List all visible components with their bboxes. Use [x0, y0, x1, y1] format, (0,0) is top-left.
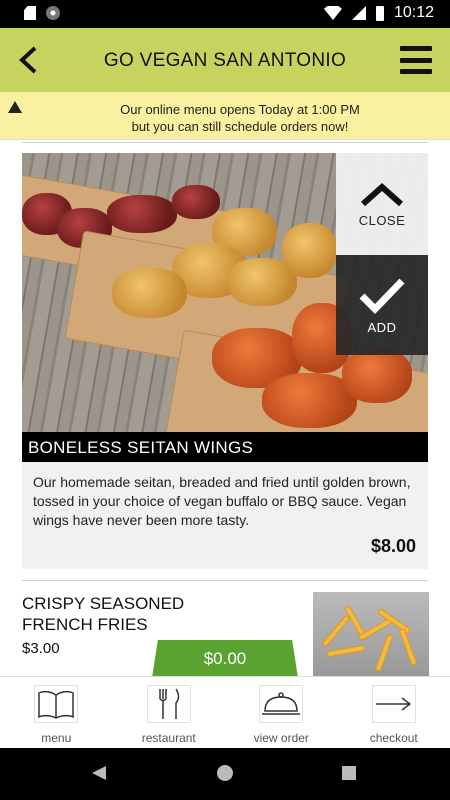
close-button[interactable]: CLOSE [336, 153, 428, 255]
sd-card-icon [24, 6, 36, 20]
bbq-wing [107, 195, 177, 233]
nav-view-order-label: view order [253, 731, 309, 745]
nav-restaurant[interactable]: restaurant [113, 677, 226, 748]
hamburger-icon-line [400, 57, 432, 63]
nav-menu-label: menu [41, 731, 72, 745]
app-bar: GO VEGAN SAN ANTONIO [0, 28, 450, 92]
cell-signal-icon [351, 6, 366, 20]
notice-text: Our online menu opens Today at 1:00 PM b… [30, 101, 450, 135]
item-price: $8.00 [370, 536, 416, 556]
fry [374, 634, 394, 672]
hamburger-icon [400, 46, 432, 51]
menu-content[interactable]: CLOSE ADD BONELESS SEITAN WINGS Our home… [0, 140, 450, 676]
fork-knife-icon [146, 685, 191, 723]
system-back-icon[interactable] [92, 766, 106, 780]
bottom-nav: menu restaurant view order checkout [0, 676, 450, 748]
sync-icon [46, 6, 60, 20]
close-label: CLOSE [358, 212, 406, 228]
chevron-up-icon [360, 182, 404, 206]
wifi-icon [323, 6, 342, 20]
bbq-wing [172, 185, 220, 219]
hamburger-icon-line [400, 69, 432, 74]
schedule-notice-banner: Our online menu opens Today at 1:00 PM b… [0, 92, 450, 140]
arrow-right-icon [371, 685, 416, 723]
system-home-icon[interactable] [217, 765, 233, 781]
fry [321, 614, 351, 648]
page-title: GO VEGAN SAN ANTONIO [103, 50, 347, 71]
system-recents-icon[interactable] [342, 766, 356, 780]
add-button[interactable]: ADD [336, 255, 428, 355]
nav-checkout[interactable]: checkout [338, 677, 450, 748]
divider [22, 142, 428, 143]
checkmark-icon [359, 278, 405, 314]
fry [326, 644, 366, 658]
status-time: 10:12 [393, 4, 434, 21]
breaded-wing [112, 268, 187, 318]
add-label: ADD [367, 319, 397, 335]
back-arrow-icon [19, 46, 37, 74]
cloche-icon [259, 685, 304, 723]
back-button[interactable] [12, 44, 44, 76]
nav-view-order[interactable]: view order [225, 677, 338, 748]
next-item-photo[interactable] [313, 592, 429, 676]
next-item-name[interactable]: CRISPY SEASONED FRENCH FRIES [22, 593, 222, 635]
hamburger-menu-button[interactable] [400, 46, 432, 74]
buffalo-wing [342, 348, 412, 403]
battery-icon [375, 5, 384, 21]
featured-item-card: CLOSE ADD BONELESS SEITAN WINGS Our home… [22, 153, 428, 569]
warning-icon [8, 101, 22, 113]
cart-total-button[interactable]: $0.00 [152, 640, 298, 676]
nav-menu[interactable]: menu [0, 677, 113, 748]
next-item-price: $3.00 [22, 640, 60, 657]
status-bar: 10:12 [0, 0, 450, 28]
item-description: Our homemade seitan, breaded and fried u… [33, 474, 411, 528]
nav-restaurant-label: restaurant [141, 731, 196, 745]
notice-line-1: Our online menu opens Today at 1:00 PM [120, 102, 360, 117]
divider [22, 580, 428, 581]
book-icon [34, 685, 79, 723]
nav-checkout-label: checkout [369, 731, 418, 745]
notice-line-2: but you can still schedule orders now! [131, 119, 349, 134]
system-nav-bar [0, 748, 450, 800]
breaded-wing [282, 223, 337, 278]
item-name: BONELESS SEITAN WINGS [22, 432, 428, 462]
